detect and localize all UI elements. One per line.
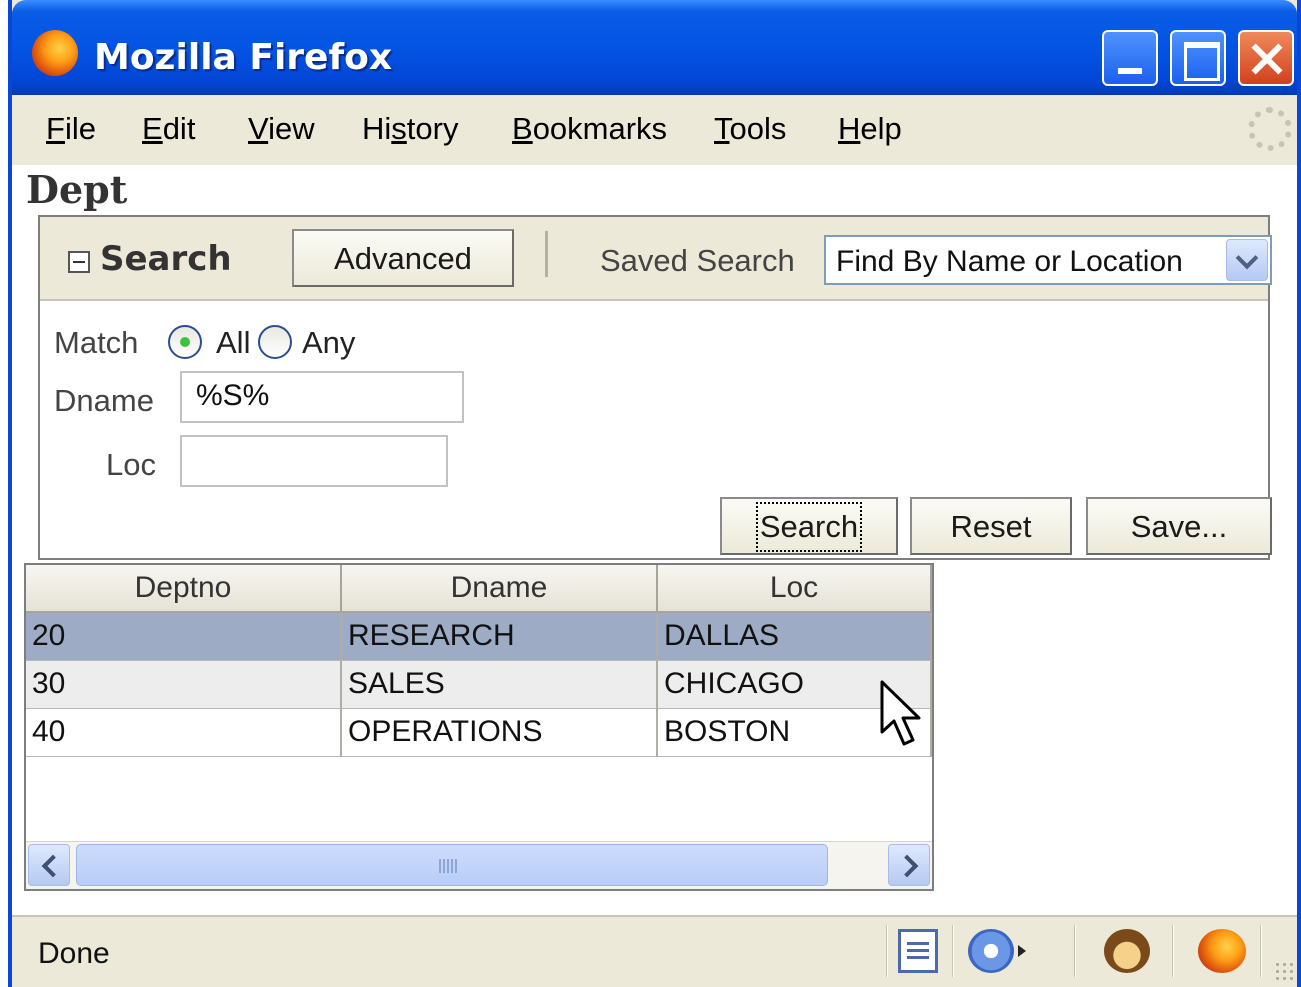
menu-bookmarks-label: ookmarks: [532, 111, 668, 146]
menu-bookmarks[interactable]: Bookmarks: [512, 111, 667, 147]
page-content: Dept Search Advanced Saved Search Find B…: [12, 165, 1297, 915]
table-row[interactable]: 20 RESEARCH DALLAS: [26, 613, 932, 661]
addon-menu-arrow-icon[interactable]: [1018, 945, 1026, 957]
cell-loc: DALLAS: [658, 613, 932, 661]
match-all-label[interactable]: All: [216, 325, 250, 361]
window-title: Mozilla Firefox: [94, 37, 393, 78]
results-table: Deptno Dname Loc 20 RESEARCH DALLAS 30 S…: [24, 563, 934, 891]
collapse-minus-icon[interactable]: [68, 251, 90, 273]
menu-bar: File Edit View History Bookmarks Tools H…: [12, 95, 1297, 165]
status-separator: [886, 925, 888, 977]
menu-file[interactable]: File: [46, 111, 96, 147]
greasemonkey-icon[interactable]: [1104, 929, 1150, 973]
horizontal-scrollbar[interactable]: [26, 841, 932, 889]
firefox-icon[interactable]: [1198, 929, 1246, 973]
menu-help-accel: H: [838, 111, 861, 146]
menu-view-accel: V: [248, 111, 269, 146]
throbber-icon: [1248, 107, 1292, 151]
dname-input[interactable]: %S%: [180, 371, 464, 423]
dname-label: Dname: [54, 383, 154, 418]
menu-edit-accel: E: [142, 111, 163, 146]
toolbar-separator: [545, 231, 548, 277]
menu-bookmarks-accel: B: [512, 111, 533, 146]
saved-search-select[interactable]: Find By Name or Location: [824, 235, 1272, 285]
cell-deptno: 30: [26, 661, 342, 709]
menu-help-label: elp: [860, 111, 902, 146]
cell-dname: SALES: [342, 661, 658, 709]
menu-tools-label: ools: [729, 111, 787, 146]
search-panel-title[interactable]: Search: [100, 239, 232, 279]
resize-grip-icon[interactable]: [1274, 961, 1294, 981]
menu-file-accel: F: [46, 111, 65, 146]
browser-window: Mozilla Firefox File Edit View History B…: [8, 0, 1301, 987]
save-button[interactable]: Save...: [1086, 497, 1272, 555]
menu-file-label: ile: [64, 111, 96, 146]
saved-search-value: Find By Name or Location: [836, 245, 1183, 278]
menu-view-label: iew: [268, 111, 315, 146]
menu-tools[interactable]: Tools: [714, 111, 786, 147]
match-any-radio[interactable]: [258, 325, 292, 359]
reset-button[interactable]: Reset: [910, 497, 1072, 555]
match-any-label[interactable]: Any: [302, 325, 355, 361]
page-report-icon[interactable]: [898, 929, 938, 973]
cell-dname: RESEARCH: [342, 613, 658, 661]
search-button[interactable]: Search: [720, 497, 898, 555]
maximize-icon[interactable]: [1170, 30, 1226, 86]
page-title: Dept: [26, 167, 128, 212]
column-header-deptno[interactable]: Deptno: [26, 565, 342, 613]
column-header-loc[interactable]: Loc: [658, 565, 932, 613]
firefox-icon: [32, 30, 78, 76]
cell-deptno: 20: [26, 613, 342, 661]
mouse-pointer-icon: [880, 680, 921, 746]
search-panel-header: Search Advanced Saved Search Find By Nam…: [40, 217, 1272, 301]
table-row[interactable]: 40 OPERATIONS BOSTON: [26, 709, 932, 757]
menu-history-accel: s: [391, 111, 407, 146]
minimize-icon[interactable]: [1102, 30, 1158, 86]
status-separator: [952, 925, 954, 977]
status-bar: Done: [12, 915, 1297, 987]
scroll-thumb[interactable]: [76, 844, 828, 886]
cell-deptno: 40: [26, 709, 342, 757]
cell-dname: OPERATIONS: [342, 709, 658, 757]
title-bar[interactable]: Mozilla Firefox: [12, 0, 1297, 95]
match-label: Match: [54, 325, 139, 360]
status-separator: [1172, 925, 1174, 977]
status-text: Done: [38, 937, 110, 970]
menu-view[interactable]: View: [248, 111, 315, 147]
loc-input[interactable]: [180, 435, 448, 487]
search-panel: Search Advanced Saved Search Find By Nam…: [38, 215, 1272, 560]
scroll-right-icon[interactable]: [888, 844, 930, 886]
match-all-radio[interactable]: [168, 325, 202, 359]
advanced-button[interactable]: Advanced: [292, 229, 514, 287]
addon-icon[interactable]: [968, 929, 1014, 973]
menu-history[interactable]: History: [362, 111, 458, 147]
loc-label: Loc: [106, 447, 156, 482]
menu-edit-label: dit: [162, 111, 196, 146]
menu-history-prefix: Hi: [362, 111, 392, 146]
menu-edit[interactable]: Edit: [142, 111, 195, 147]
menu-help[interactable]: Help: [838, 111, 902, 147]
status-separator: [1260, 925, 1262, 977]
search-button-label: Search: [755, 502, 863, 552]
close-icon[interactable]: [1238, 30, 1294, 86]
table-row[interactable]: 30 SALES CHICAGO: [26, 661, 932, 709]
menu-tools-accel: T: [714, 111, 730, 146]
status-separator: [1074, 925, 1076, 977]
scroll-left-icon[interactable]: [28, 844, 70, 886]
saved-search-label: Saved Search: [600, 243, 795, 278]
column-header-dname[interactable]: Dname: [342, 565, 658, 613]
menu-history-label: tory: [406, 111, 459, 146]
chevron-down-icon[interactable]: [1226, 239, 1268, 281]
